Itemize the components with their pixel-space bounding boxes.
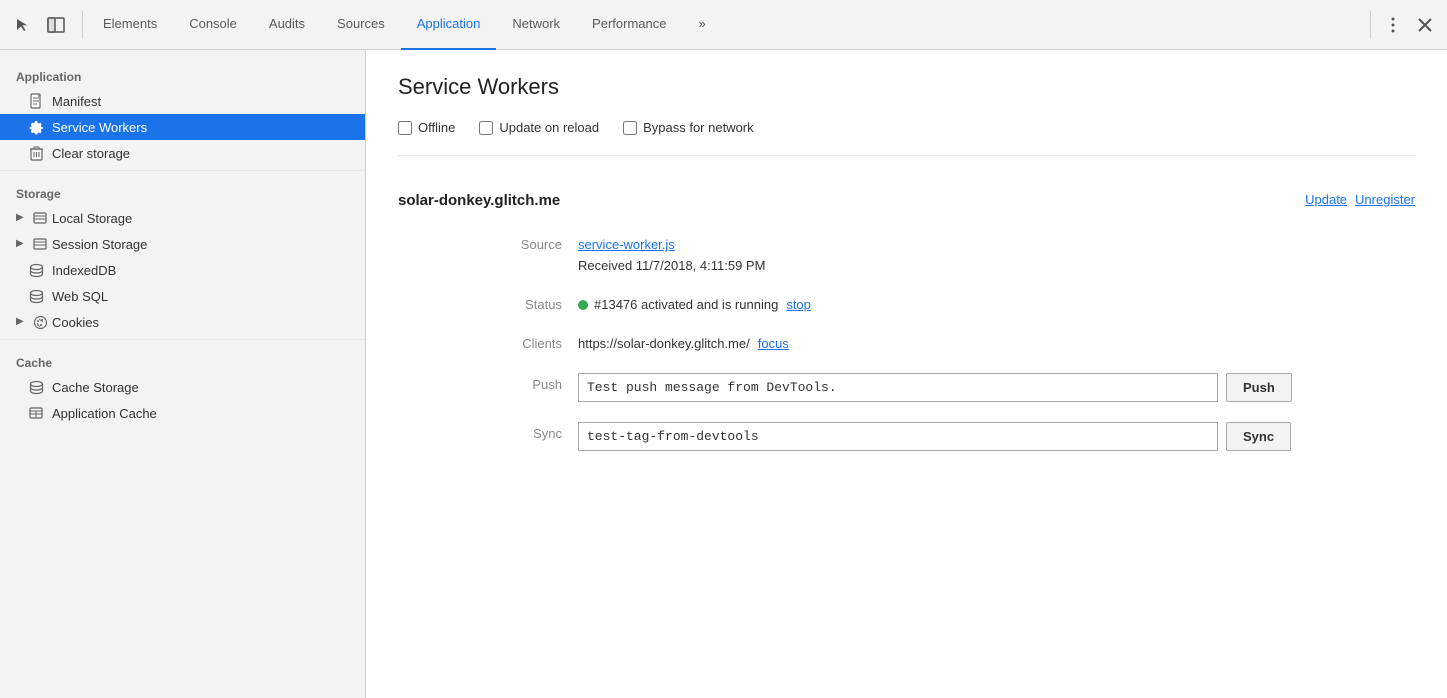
sidebar-item-local-storage[interactable]: ▶ Local Storage <box>0 205 365 231</box>
status-value: #13476 activated and is running stop <box>578 281 1415 320</box>
tab-application[interactable]: Application <box>401 0 497 50</box>
detail-grid: Source service-worker.js Received 11/7/2… <box>498 229 1415 459</box>
received-value: Received 11/7/2018, 4:11:59 PM <box>578 258 1415 273</box>
worker-entry: Update Unregister solar-donkey.glitch.me… <box>398 176 1415 475</box>
cookies-label: Cookies <box>52 315 99 330</box>
local-storage-icon <box>32 210 48 226</box>
cache-storage-label: Cache Storage <box>52 380 139 395</box>
options-row: Offline Update on reload Bypass for netw… <box>398 120 1415 156</box>
page-title: Service Workers <box>398 74 1415 100</box>
tab-audits[interactable]: Audits <box>253 0 321 50</box>
sidebar-item-indexeddb[interactable]: IndexedDB <box>0 257 365 283</box>
main-layout: Application Manifest Service Workers Cle… <box>0 50 1447 698</box>
service-workers-label: Service Workers <box>52 120 147 135</box>
status-text: #13476 activated and is running <box>594 297 778 312</box>
sidebar-section-application: Application <box>0 58 365 88</box>
tab-performance[interactable]: Performance <box>576 0 682 50</box>
sidebar-section-cache: Cache <box>0 344 365 374</box>
offline-label: Offline <box>418 120 455 135</box>
cookies-icon <box>32 314 48 330</box>
source-value: service-worker.js Received 11/7/2018, 4:… <box>578 229 1415 281</box>
dock-icon[interactable] <box>42 11 70 39</box>
bypass-for-network-checkbox[interactable] <box>623 121 637 135</box>
worker-hostname: solar-donkey.glitch.me <box>398 192 1415 209</box>
websql-icon <box>28 288 44 304</box>
push-row: Push <box>578 359 1415 410</box>
tab-elements[interactable]: Elements <box>87 0 173 50</box>
sidebar-item-cookies[interactable]: ▶ Cookies <box>0 309 365 335</box>
tab-more[interactable]: » <box>682 0 721 50</box>
more-menu-icon[interactable] <box>1379 11 1407 39</box>
tab-sources[interactable]: Sources <box>321 0 401 50</box>
chevron-right-icon3: ▶ <box>16 316 28 328</box>
web-sql-label: Web SQL <box>52 289 108 304</box>
sidebar-item-clear-storage[interactable]: Clear storage <box>0 140 365 166</box>
unregister-link[interactable]: Unregister <box>1355 192 1415 207</box>
offline-option[interactable]: Offline <box>398 120 455 135</box>
update-on-reload-option[interactable]: Update on reload <box>479 120 599 135</box>
update-on-reload-checkbox[interactable] <box>479 121 493 135</box>
update-link[interactable]: Update <box>1305 192 1347 207</box>
tab-console[interactable]: Console <box>173 0 253 50</box>
app-cache-icon <box>28 405 44 421</box>
sidebar-item-web-sql[interactable]: Web SQL <box>0 283 365 309</box>
indexeddb-label: IndexedDB <box>52 263 116 278</box>
status-label: Status <box>498 281 578 320</box>
sync-button[interactable]: Sync <box>1226 422 1291 451</box>
sidebar-item-session-storage[interactable]: ▶ Session Storage <box>0 231 365 257</box>
sync-label: Sync <box>498 410 578 449</box>
sync-input-row: Sync <box>578 422 1415 451</box>
push-input[interactable] <box>578 373 1218 402</box>
chevron-right-icon: ▶ <box>16 212 28 224</box>
push-input-row: Push <box>578 373 1415 402</box>
update-on-reload-label: Update on reload <box>499 120 599 135</box>
offline-checkbox[interactable] <box>398 121 412 135</box>
bypass-for-network-label: Bypass for network <box>643 120 754 135</box>
content-inner: Service Workers Offline Update on reload… <box>366 50 1447 499</box>
focus-link[interactable]: focus <box>758 336 789 351</box>
clients-value: https://solar-donkey.glitch.me/ focus <box>578 320 1415 359</box>
trash-icon <box>28 145 44 161</box>
cache-storage-icon <box>28 379 44 395</box>
content-area: Service Workers Offline Update on reload… <box>366 50 1447 698</box>
sidebar-section-storage: Storage <box>0 175 365 205</box>
sidebar: Application Manifest Service Workers Cle… <box>0 50 366 698</box>
session-storage-label: Session Storage <box>52 237 147 252</box>
status-dot <box>578 300 588 310</box>
top-bar-right <box>1370 11 1439 39</box>
sidebar-item-application-cache[interactable]: Application Cache <box>0 400 365 426</box>
sidebar-item-service-workers[interactable]: Service Workers <box>0 114 365 140</box>
clear-storage-label: Clear storage <box>52 146 130 161</box>
local-storage-label: Local Storage <box>52 211 132 226</box>
stop-link[interactable]: stop <box>786 297 811 312</box>
manifest-label: Manifest <box>52 94 101 109</box>
divider-storage <box>0 170 365 171</box>
clients-label: Clients <box>498 320 578 359</box>
source-label: Source <box>498 229 578 260</box>
sidebar-item-manifest[interactable]: Manifest <box>0 88 365 114</box>
tab-network[interactable]: Network <box>496 0 576 50</box>
sync-row: Sync <box>578 410 1415 459</box>
gear-icon <box>28 119 44 135</box>
sidebar-item-cache-storage[interactable]: Cache Storage <box>0 374 365 400</box>
bypass-for-network-option[interactable]: Bypass for network <box>623 120 754 135</box>
divider-cache <box>0 339 365 340</box>
indexeddb-icon <box>28 262 44 278</box>
push-label: Push <box>498 359 578 400</box>
push-button[interactable]: Push <box>1226 373 1292 402</box>
top-bar: Elements Console Audits Sources Applicat… <box>0 0 1447 50</box>
document-icon <box>28 93 44 109</box>
session-storage-icon <box>32 236 48 252</box>
application-cache-label: Application Cache <box>52 406 157 421</box>
cursor-icon[interactable] <box>8 11 36 39</box>
chevron-right-icon2: ▶ <box>16 238 28 250</box>
source-link[interactable]: service-worker.js <box>578 237 675 252</box>
toolbar-icons <box>8 11 83 39</box>
clients-url: https://solar-donkey.glitch.me/ <box>578 336 750 351</box>
sync-input[interactable] <box>578 422 1218 451</box>
close-icon[interactable] <box>1411 11 1439 39</box>
worker-actions: Update Unregister <box>1305 192 1415 207</box>
